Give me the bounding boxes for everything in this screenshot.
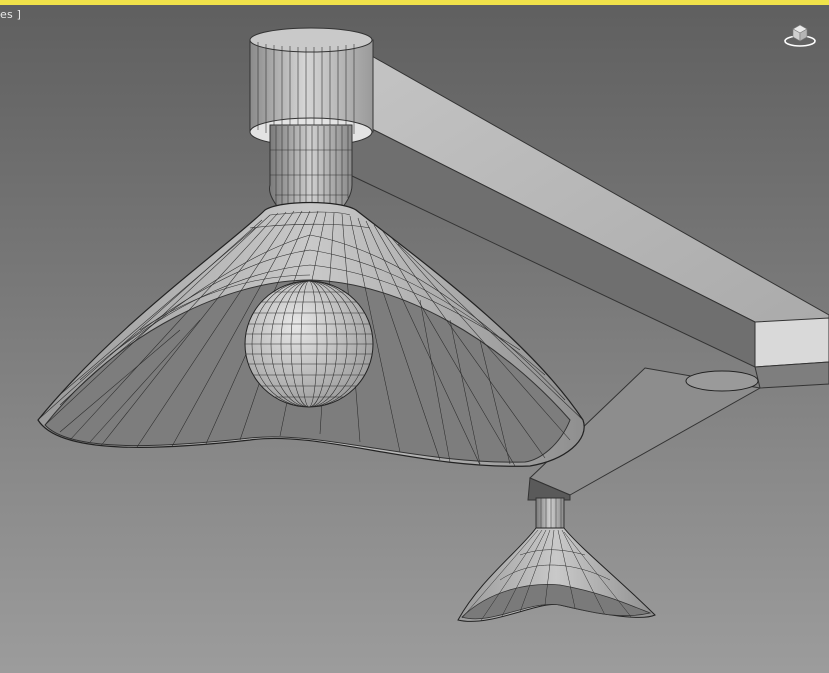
small-lamp-stem[interactable]	[535, 497, 565, 533]
lamp-neck[interactable]	[269, 124, 353, 211]
arm-end-face[interactable]	[754, 317, 829, 368]
bracket-joint[interactable]	[685, 370, 759, 392]
perspective-viewport[interactable]: es ]	[0, 0, 829, 673]
arm-lower-extension[interactable]	[754, 361, 829, 389]
small-lamp-shade[interactable]	[457, 527, 656, 622]
lamp-model-scene[interactable]	[0, 0, 829, 673]
